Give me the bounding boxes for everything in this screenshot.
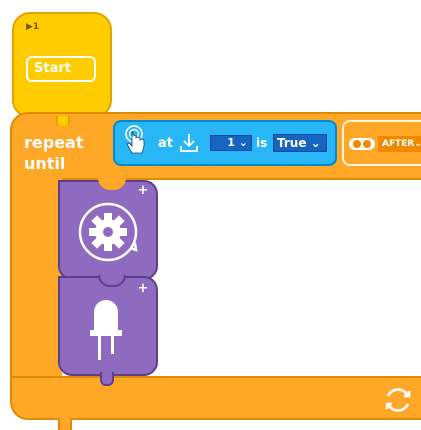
start-label: Start [34, 61, 71, 76]
bool-value: True [277, 136, 307, 150]
at-label: at [158, 136, 173, 151]
chevron-down-icon: ⌄ [414, 139, 421, 149]
start-block-connector [56, 116, 70, 126]
after-toggle-icon [349, 138, 375, 150]
repeat-until-side [10, 176, 62, 382]
add-icon[interactable]: + [136, 282, 150, 296]
download-arrow-icon [180, 134, 198, 152]
led-icon [90, 300, 122, 360]
repeat-until-bottom [10, 376, 421, 420]
bool-dropdown[interactable]: True ⌄ [273, 134, 327, 152]
touch-sensor-icon [125, 125, 145, 154]
repeat-until-label: repeat until [24, 133, 84, 173]
loop-icon [385, 388, 411, 412]
led-block-connector [100, 372, 114, 386]
after-dropdown[interactable]: AFTER⌄ [378, 136, 421, 152]
repeat-bottom-connector [58, 418, 72, 430]
sensor-number-dropdown[interactable]: 1 ⌄ [210, 135, 252, 151]
chevron-down-icon: ⌄ [306, 136, 321, 150]
chevron-down-icon: ⌄ [234, 136, 248, 149]
start-flag-label: ▶1 [26, 22, 40, 32]
is-label: is [256, 136, 268, 150]
sensor-number-value: 1 [227, 136, 235, 149]
start-button[interactable]: Start [26, 56, 96, 82]
gear-rotate-icon [78, 202, 138, 262]
after-value: AFTER [382, 139, 415, 149]
